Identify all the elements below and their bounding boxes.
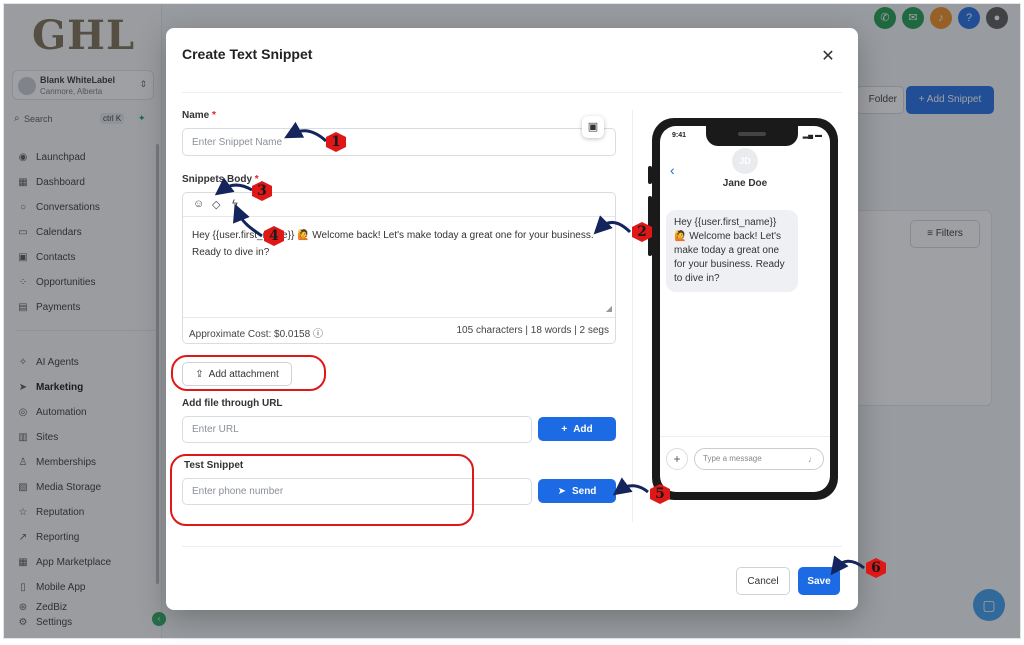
snippet-body-text[interactable]: Hey {{user.first_name}} 🙋 Welcome back! … xyxy=(192,227,610,261)
phone-divider xyxy=(660,436,830,437)
plus-icon: + xyxy=(666,448,688,470)
name-label: Name * xyxy=(182,110,216,121)
annotation-badge: 3 xyxy=(252,181,272,201)
contact-avatar: JD xyxy=(732,148,758,174)
cancel-button[interactable]: Cancel xyxy=(736,567,790,595)
mic-icon: ♩ xyxy=(808,454,817,464)
phone-message-input: Type a message ♩ xyxy=(694,448,824,470)
send-label: Send xyxy=(571,485,597,497)
editor-toolbar: ☺ ◇ ϟ xyxy=(183,193,615,217)
snippet-name-input[interactable]: Enter Snippet Name xyxy=(182,128,616,156)
send-icon: ➤ xyxy=(557,485,566,497)
modal-title: Create Text Snippet xyxy=(182,46,313,62)
signal-battery-icon: ▂▄ ▬ xyxy=(802,132,822,139)
annotation-badge: 5 xyxy=(650,484,670,504)
phone-notch xyxy=(706,126,798,146)
approximate-cost: Approximate Cost: $0.0158 ⓘ xyxy=(189,329,323,340)
add-label: Add xyxy=(573,423,593,435)
bolt-icon[interactable]: ϟ xyxy=(232,198,238,210)
character-stats: 105 characters | 18 words | 2 segs xyxy=(456,325,610,336)
contact-name: Jane Doe xyxy=(722,178,768,189)
annotation-badge: 1 xyxy=(326,132,346,152)
message-bubble: Hey {{user.first_name}} 🙋 Welcome back! … xyxy=(666,210,798,292)
plus-icon: + xyxy=(561,423,568,435)
send-button[interactable]: ➤ Send xyxy=(538,479,616,503)
url-label: Add file through URL xyxy=(182,398,283,409)
phone-preview: 9:41 ▂▄ ▬ ‹ JD Jane Doe Hey {{user.first… xyxy=(652,118,838,500)
url-input[interactable]: Enter URL xyxy=(182,416,532,443)
add-url-button[interactable]: + Add xyxy=(538,417,616,441)
snippet-body-editor[interactable]: ☺ ◇ ϟ Hey {{user.first_name}} 🙋 Welcome … xyxy=(182,192,616,344)
close-icon[interactable]: ✕ xyxy=(818,46,838,66)
save-button[interactable]: Save xyxy=(798,567,840,595)
tag-icon[interactable]: ◇ xyxy=(212,198,220,211)
info-icon: ⓘ xyxy=(312,329,323,340)
phone-screen: 9:41 ▂▄ ▬ ‹ JD Jane Doe Hey {{user.first… xyxy=(660,126,830,492)
grammarly-widget-icon[interactable]: ▣ xyxy=(582,116,604,138)
body-label: Snippets Body * xyxy=(182,174,259,185)
emoji-icon[interactable]: ☺ xyxy=(193,198,204,210)
back-chevron-icon: ‹ xyxy=(670,162,675,178)
vertical-divider xyxy=(632,110,633,522)
annotation-badge: 2 xyxy=(632,222,652,242)
phone-time: 9:41 xyxy=(672,132,687,139)
divider xyxy=(182,92,842,93)
divider xyxy=(182,546,842,547)
annotation-ring xyxy=(170,454,474,526)
resize-handle-icon[interactable]: ◢ xyxy=(606,304,612,313)
annotation-badge: 4 xyxy=(264,226,284,246)
annotation-ring xyxy=(171,355,326,391)
annotation-badge: 6 xyxy=(866,558,886,578)
cost-row: Approximate Cost: $0.0158 ⓘ 105 characte… xyxy=(183,317,615,343)
